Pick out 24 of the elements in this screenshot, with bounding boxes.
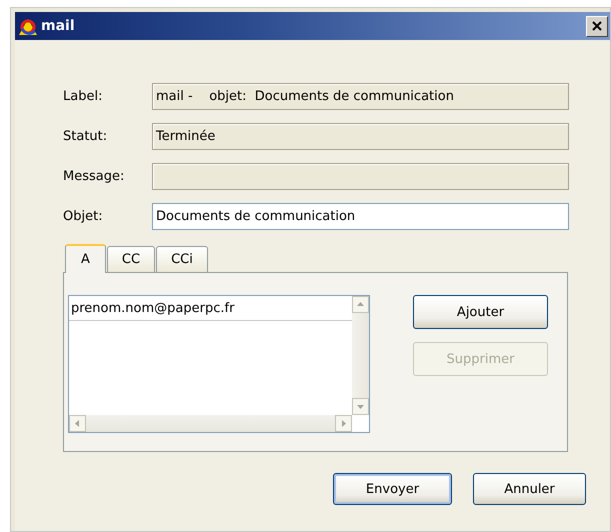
field-label: Message: [63,169,126,184]
field-label: Statut: [63,129,108,144]
window-title: mail [41,18,76,34]
tab[interactable]: A [65,244,106,273]
tab[interactable]: CC [106,246,156,272]
list-item[interactable]: prenom.nom@paperpc.fr [69,296,352,321]
tab[interactable]: CCi [156,246,208,272]
field-label: Label: [63,89,104,104]
scroll-up-button[interactable] [352,296,369,313]
field-label: Objet: [63,209,104,224]
close-icon [592,21,602,31]
scroll-down-button[interactable] [352,398,369,415]
input-field[interactable]: mail - objet: Documents de communication [152,83,569,110]
input-field[interactable] [152,163,569,190]
close-button[interactable] [586,16,608,36]
scroll-left-button[interactable] [69,415,86,432]
send-button[interactable]: Envoyer [333,473,452,505]
input-field[interactable]: Documents de communication [152,203,569,230]
input-field[interactable]: Terminée [152,123,569,150]
scroll-right-button[interactable] [335,415,352,432]
triangle-icon [73,419,82,428]
cancel-button[interactable]: Annuler [473,473,586,505]
triangle-icon [356,300,365,309]
add-button[interactable]: Ajouter [413,295,548,329]
